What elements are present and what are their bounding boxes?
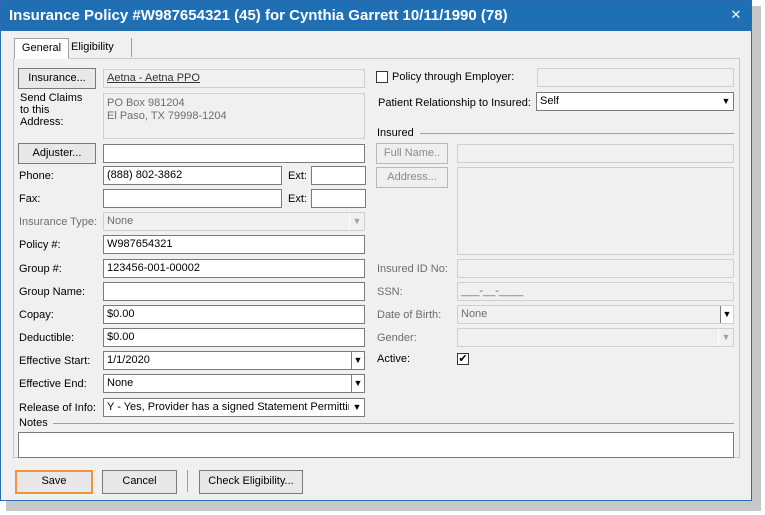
policy-number-label: Policy #: <box>19 239 61 251</box>
insured-full-name-field <box>457 144 734 163</box>
deductible-label: Deductible: <box>19 332 75 344</box>
notes-field[interactable] <box>18 432 734 458</box>
chevron-down-icon: ▼ <box>349 213 364 230</box>
date-of-birth-value: None <box>461 308 488 320</box>
phone-field[interactable]: (888) 802-3862 <box>103 166 282 185</box>
group-number-label: Group #: <box>19 263 62 275</box>
copay-field[interactable]: $0.00 <box>103 305 365 324</box>
address-line-1: PO Box 981204 <box>107 97 185 109</box>
chevron-down-icon[interactable]: ▼ <box>351 375 364 392</box>
insurance-type-select[interactable]: None ▼ <box>103 212 365 231</box>
chevron-down-icon[interactable]: ▼ <box>351 352 364 369</box>
gender-label: Gender: <box>377 332 417 344</box>
insurance-button[interactable]: Insurance... <box>18 68 96 89</box>
insurance-type-value: None <box>107 215 134 227</box>
policy-number-field[interactable]: W987654321 <box>103 235 365 254</box>
insured-id-label: Insured ID No: <box>377 263 448 275</box>
fax-ext-field[interactable] <box>311 189 366 208</box>
date-of-birth-picker[interactable]: None ▼ <box>457 305 734 324</box>
notes-label: Notes <box>19 417 48 429</box>
group-name-field[interactable] <box>103 282 365 301</box>
group-number-field[interactable]: 123456-001-00002 <box>103 259 365 278</box>
effective-end-value: None <box>107 377 134 389</box>
effective-start-picker[interactable]: 1/1/2020 ▼ <box>103 351 365 370</box>
deductible-field[interactable]: $0.00 <box>103 328 365 347</box>
phone-label: Phone: <box>19 170 54 182</box>
insurance-type-label: Insurance Type: <box>19 216 98 228</box>
effective-end-picker[interactable]: None ▼ <box>103 374 365 393</box>
check-eligibility-button[interactable]: Check Eligibility... <box>199 470 303 494</box>
effective-start-label: Effective Start: <box>19 355 91 367</box>
active-checkbox[interactable]: ✔ <box>457 353 469 365</box>
adjuster-button[interactable]: Adjuster... <box>18 143 96 164</box>
group-name-label: Group Name: <box>19 286 86 298</box>
insured-id-field[interactable] <box>457 259 734 278</box>
adjuster-field[interactable] <box>103 144 365 163</box>
copay-label: Copay: <box>19 309 54 321</box>
patient-relationship-value: Self <box>540 95 559 107</box>
insured-address-field <box>457 167 734 255</box>
check-icon: ✔ <box>458 353 468 365</box>
cancel-button[interactable]: Cancel <box>102 470 177 494</box>
save-button[interactable]: Save <box>15 470 93 494</box>
send-claims-label: Send Claims to this Address: <box>20 92 83 128</box>
close-icon[interactable]: ✕ <box>729 7 743 23</box>
chevron-down-icon: ▼ <box>718 93 733 110</box>
effective-start-value: 1/1/2020 <box>107 354 150 366</box>
policy-through-employer-checkbox[interactable] <box>376 71 388 83</box>
patient-relationship-label: Patient Relationship to Insured: <box>378 97 531 109</box>
gender-select[interactable]: ▼ <box>457 328 734 347</box>
insured-section-title: Insured <box>377 127 414 139</box>
footer-separator <box>187 470 188 492</box>
phone-ext-field[interactable] <box>311 166 366 185</box>
chevron-down-icon: ▼ <box>718 329 733 346</box>
release-of-info-select[interactable]: Y - Yes, Provider has a signed Statement… <box>103 398 365 417</box>
fax-field[interactable] <box>103 189 282 208</box>
employer-field[interactable] <box>537 68 734 87</box>
policy-through-employer-label: Policy through Employer: <box>392 71 515 83</box>
address-line-2: El Paso, TX 79998-1204 <box>107 110 227 122</box>
address-button[interactable]: Address... <box>376 167 448 188</box>
title-bar: Insurance Policy #W987654321 (45) for Cy… <box>1 1 751 31</box>
chevron-down-icon: ▼ <box>349 399 364 416</box>
full-name-button[interactable]: Full Name.. <box>376 143 448 164</box>
ssn-label: SSN: <box>377 286 403 298</box>
date-of-birth-label: Date of Birth: <box>377 309 442 321</box>
claims-address-box: PO Box 981204 El Paso, TX 79998-1204 <box>103 93 365 139</box>
fax-label: Fax: <box>19 193 41 205</box>
insurance-policy-dialog: Insurance Policy #W987654321 (45) for Cy… <box>0 0 752 501</box>
release-of-info-label: Release of Info: <box>19 402 97 414</box>
insurance-name-field[interactable]: Aetna - Aetna PPO <box>103 69 365 88</box>
dialog-title: Insurance Policy #W987654321 (45) for Cy… <box>9 7 508 24</box>
chevron-down-icon[interactable]: ▼ <box>720 306 733 323</box>
patient-relationship-select[interactable]: Self ▼ <box>536 92 734 111</box>
release-of-info-value: Y - Yes, Provider has a signed Statement… <box>107 401 360 413</box>
insured-divider <box>420 133 734 134</box>
active-label: Active: <box>377 353 411 365</box>
notes-divider <box>53 423 734 424</box>
ssn-field[interactable]: ___-__-____ <box>457 282 734 301</box>
tab-general[interactable]: General <box>14 38 69 59</box>
tab-eligibility[interactable]: Eligibility <box>67 38 132 57</box>
effective-end-label: Effective End: <box>19 378 87 390</box>
fax-ext-label: Ext: <box>288 193 307 205</box>
phone-ext-label: Ext: <box>288 170 307 182</box>
